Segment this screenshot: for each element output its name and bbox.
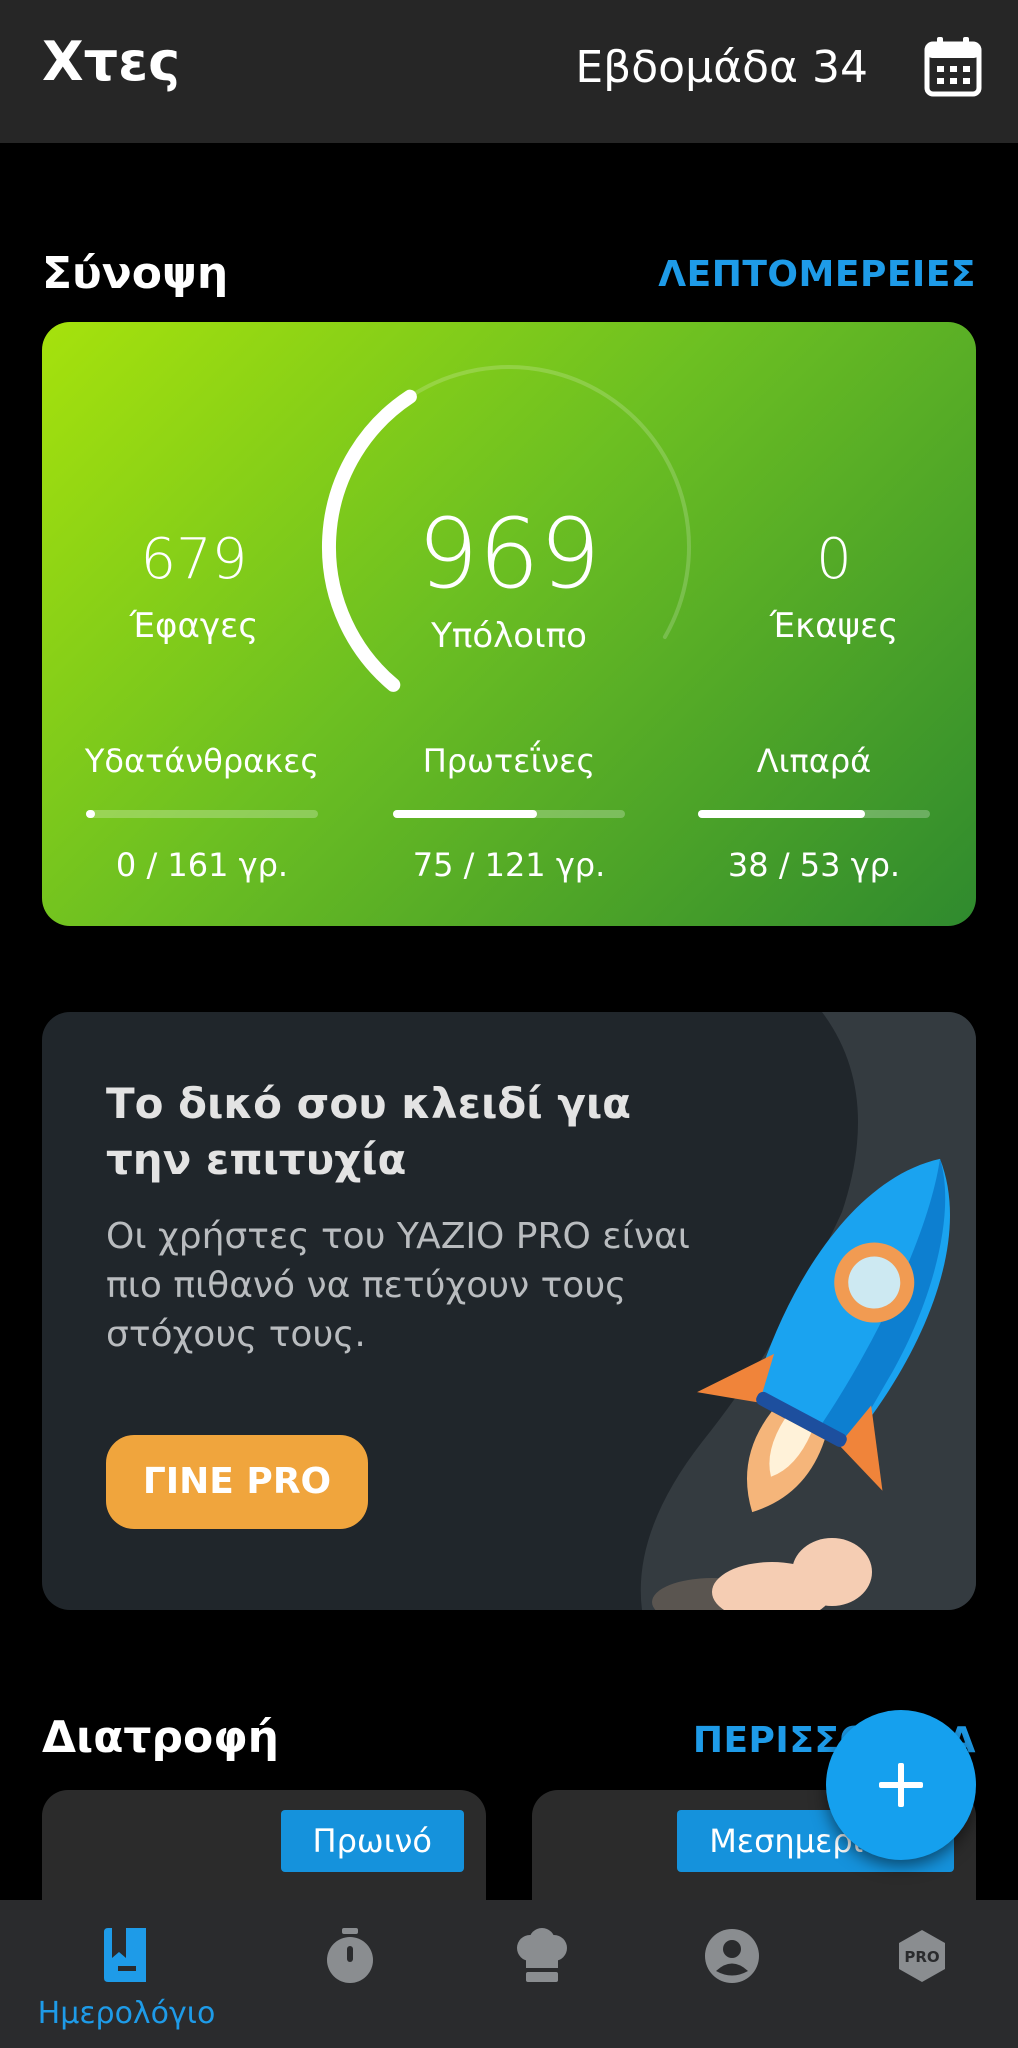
nav-item-profile[interactable]	[630, 1900, 833, 2048]
macro-name: Λιπαρά	[756, 742, 872, 780]
nav-item-diary[interactable]: Ημερολόγιο	[25, 1900, 228, 2048]
macro-value: 75 / 121 γρ.	[412, 846, 606, 884]
macro-name: Πρωτεΐνες	[422, 742, 596, 780]
macro-progress-fill	[393, 810, 537, 818]
summary-section-title: Σύνοψη	[42, 248, 229, 299]
page-title: Χτες	[42, 30, 181, 93]
pro-promo-card: Το δικό σου κλειδί για την επιτυχία Οι χ…	[42, 1012, 976, 1610]
macro-progress-fill	[86, 810, 96, 818]
macro-progress-track	[86, 810, 318, 818]
macro-value: 0 / 161 γρ.	[115, 846, 289, 884]
macro-progress-track	[393, 810, 625, 818]
diary-icon	[103, 1928, 146, 1982]
eaten-stat: 679 Έφαγες	[94, 527, 294, 647]
week-label[interactable]: Εβδομάδα 34	[575, 42, 868, 93]
pro-badge-text: PRO	[904, 1948, 939, 1966]
remaining-value: 969	[417, 498, 601, 610]
nutrition-section-title: Διατροφή	[42, 1712, 279, 1763]
meal-tag: Πρωινό	[280, 1810, 464, 1872]
chef-hat-icon	[516, 1928, 567, 1982]
macro-name: Υδατάνθρακες	[84, 742, 320, 780]
remaining-stat: 969 Υπόλοιπο	[359, 506, 659, 656]
macro-fat: Λιπαρά 38 / 53 γρ.	[694, 742, 934, 884]
nav-label: Ημερολόγιο	[37, 1996, 216, 2031]
nav-item-pro[interactable]: PRO	[820, 1900, 1018, 2048]
nav-item-fasting[interactable]	[248, 1900, 451, 2048]
burned-stat: 0 Έκαψες	[734, 527, 934, 647]
go-pro-button[interactable]: ΓΙΝΕ PRO	[106, 1435, 368, 1529]
meal-card-breakfast[interactable]: Πρωινό	[42, 1790, 486, 1910]
remaining-label: Υπόλοιπο	[431, 616, 587, 656]
details-link[interactable]: ΛΕΠΤΟΜΕΡΕΙΕΣ	[658, 254, 976, 295]
summary-card[interactable]: 679 Έφαγες 969 Υπόλοιπο 0 Έκαψες Υδατάνθ…	[42, 322, 976, 926]
macro-protein: Πρωτεΐνες 75 / 121 γρ.	[389, 742, 629, 884]
eaten-label: Έφαγες	[129, 606, 259, 646]
macro-carbs: Υδατάνθρακες 0 / 161 γρ.	[82, 742, 322, 884]
macro-value: 38 / 53 γρ.	[727, 846, 901, 884]
eaten-value: 679	[140, 527, 248, 592]
burned-label: Έκαψες	[769, 606, 899, 646]
plus-icon	[879, 1763, 923, 1807]
rocket-icon	[652, 1158, 950, 1610]
bottom-navigation: Ημερολόγιο PRO	[0, 1900, 1018, 2048]
top-bar: Χτες Εβδομάδα 34	[0, 0, 1018, 143]
pro-badge-icon: PRO	[898, 1930, 945, 1982]
nav-item-recipes[interactable]	[440, 1900, 643, 2048]
burned-value: 0	[816, 527, 852, 592]
stopwatch-icon	[326, 1928, 373, 1983]
calendar-icon[interactable]	[924, 36, 982, 98]
macro-progress-track	[698, 810, 930, 818]
macro-progress-fill	[698, 810, 866, 818]
add-button[interactable]	[826, 1710, 976, 1860]
profile-icon	[704, 1929, 759, 1983]
